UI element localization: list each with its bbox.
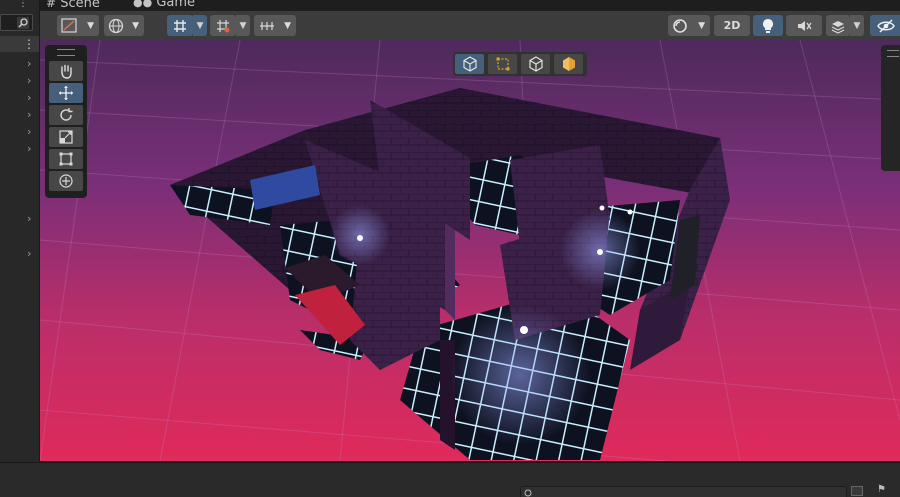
eye-hidden-icon bbox=[877, 18, 895, 33]
transform-icon bbox=[59, 174, 73, 188]
rect-select-button[interactable] bbox=[488, 54, 517, 74]
expand-arrow-icon[interactable]: › bbox=[27, 92, 31, 103]
chevron-down-icon[interactable]: ▼ bbox=[236, 15, 250, 36]
kebab-menu-icon[interactable]: ⋮ bbox=[23, 37, 35, 51]
tool-palette bbox=[45, 45, 87, 198]
filter-icon[interactable]: ⚑ bbox=[877, 485, 891, 496]
drag-handle-icon[interactable] bbox=[57, 49, 75, 56]
overlay-toolbar bbox=[453, 52, 587, 76]
transform-tool-button[interactable] bbox=[49, 171, 83, 191]
expand-icon[interactable] bbox=[851, 486, 863, 496]
rotate-icon bbox=[60, 108, 73, 121]
move-tool-button[interactable] bbox=[49, 83, 83, 103]
drag-handle-icon[interactable] bbox=[887, 50, 899, 57]
grid-visibility-button[interactable] bbox=[210, 15, 236, 36]
rect-transform-icon bbox=[59, 152, 73, 166]
scale-tool-button[interactable] bbox=[49, 127, 83, 147]
camera-mode-dropdown[interactable]: ▼ bbox=[668, 15, 710, 36]
search-icon bbox=[17, 17, 29, 29]
chevron-down-icon: ▼ bbox=[284, 20, 291, 31]
tab-scene[interactable]: # Scene bbox=[46, 0, 100, 11]
overlay-side-panel[interactable] bbox=[881, 45, 900, 171]
scale-icon bbox=[59, 130, 73, 144]
cube-icon bbox=[462, 56, 477, 72]
tab-game[interactable]: ●● Game bbox=[133, 0, 195, 11]
expand-arrow-icon[interactable]: › bbox=[27, 143, 31, 154]
rect-select-icon bbox=[496, 57, 509, 71]
audio-toggle-button[interactable] bbox=[786, 15, 822, 36]
toggle-2d-button[interactable]: 2D bbox=[714, 15, 750, 36]
hierarchy-selected-row[interactable]: ⋮ bbox=[0, 36, 39, 52]
chevron-down-icon: ▼ bbox=[698, 20, 705, 31]
chevron-down-icon: ▼ bbox=[132, 20, 139, 31]
globe-icon bbox=[108, 18, 124, 33]
sphere-icon bbox=[673, 18, 687, 33]
project-search-input[interactable] bbox=[520, 486, 847, 497]
tab-game-label: Game bbox=[156, 0, 196, 10]
move-icon bbox=[59, 86, 73, 100]
increment-snap-dropdown[interactable]: ▼ bbox=[254, 15, 296, 36]
grid-snap-button[interactable] bbox=[167, 15, 193, 36]
draw-mode-dropdown[interactable]: ▼ bbox=[57, 15, 99, 36]
scene-render bbox=[40, 40, 900, 461]
solid-cube-icon bbox=[562, 57, 575, 71]
lighting-toggle-button[interactable] bbox=[753, 15, 783, 36]
mute-icon bbox=[798, 20, 812, 31]
expand-arrow-icon[interactable]: › bbox=[27, 58, 31, 69]
expand-arrow-icon[interactable]: › bbox=[27, 109, 31, 120]
rotate-tool-button[interactable] bbox=[49, 105, 83, 125]
hash-icon: # bbox=[46, 0, 57, 10]
grid-icon bbox=[217, 19, 230, 32]
effects-dropdown[interactable] bbox=[826, 15, 850, 36]
expand-arrow-icon[interactable]: › bbox=[27, 126, 31, 137]
chevron-down-icon[interactable]: ▼ bbox=[193, 15, 207, 36]
rect-tool-button[interactable] bbox=[49, 149, 83, 169]
render-mode-dropdown[interactable]: ▼ bbox=[104, 15, 144, 36]
hierarchy-panel: ⋮ ⋮ › › › › › › › › bbox=[0, 0, 40, 462]
cube-outline-button[interactable] bbox=[521, 54, 550, 74]
snap-increment-icon bbox=[260, 21, 274, 30]
hand-icon bbox=[61, 64, 72, 79]
draw-mode-icon bbox=[61, 18, 77, 33]
kebab-menu-icon[interactable]: ⋮ bbox=[18, 0, 28, 9]
expand-arrow-icon[interactable]: › bbox=[27, 75, 31, 86]
solid-cube-button[interactable] bbox=[554, 54, 583, 74]
chevron-down-icon[interactable]: ▼ bbox=[850, 15, 864, 36]
chevron-down-icon: ▼ bbox=[87, 20, 94, 31]
cube-outline-icon bbox=[528, 56, 543, 72]
gamepad-icon: ●● bbox=[133, 0, 153, 9]
layers-icon bbox=[831, 20, 845, 34]
wireframe-shading-button[interactable] bbox=[455, 54, 484, 74]
grid-snap-icon bbox=[174, 19, 186, 32]
lightbulb-icon bbox=[763, 18, 773, 33]
tab-scene-label: Scene bbox=[60, 0, 100, 11]
expand-arrow-icon[interactable]: › bbox=[27, 213, 31, 224]
tab-bar: # Scene ●● Game bbox=[40, 0, 900, 11]
scene-toolbar: ▼ ▼ ▼ ▼ ▼ ▼ 2D ▼ bbox=[40, 11, 900, 41]
expand-arrow-icon[interactable]: › bbox=[27, 248, 31, 259]
hand-tool-button[interactable] bbox=[49, 61, 83, 81]
hierarchy-search-input[interactable] bbox=[0, 14, 33, 31]
scene-viewport[interactable] bbox=[40, 40, 900, 461]
scene-visibility-button[interactable] bbox=[870, 15, 900, 36]
